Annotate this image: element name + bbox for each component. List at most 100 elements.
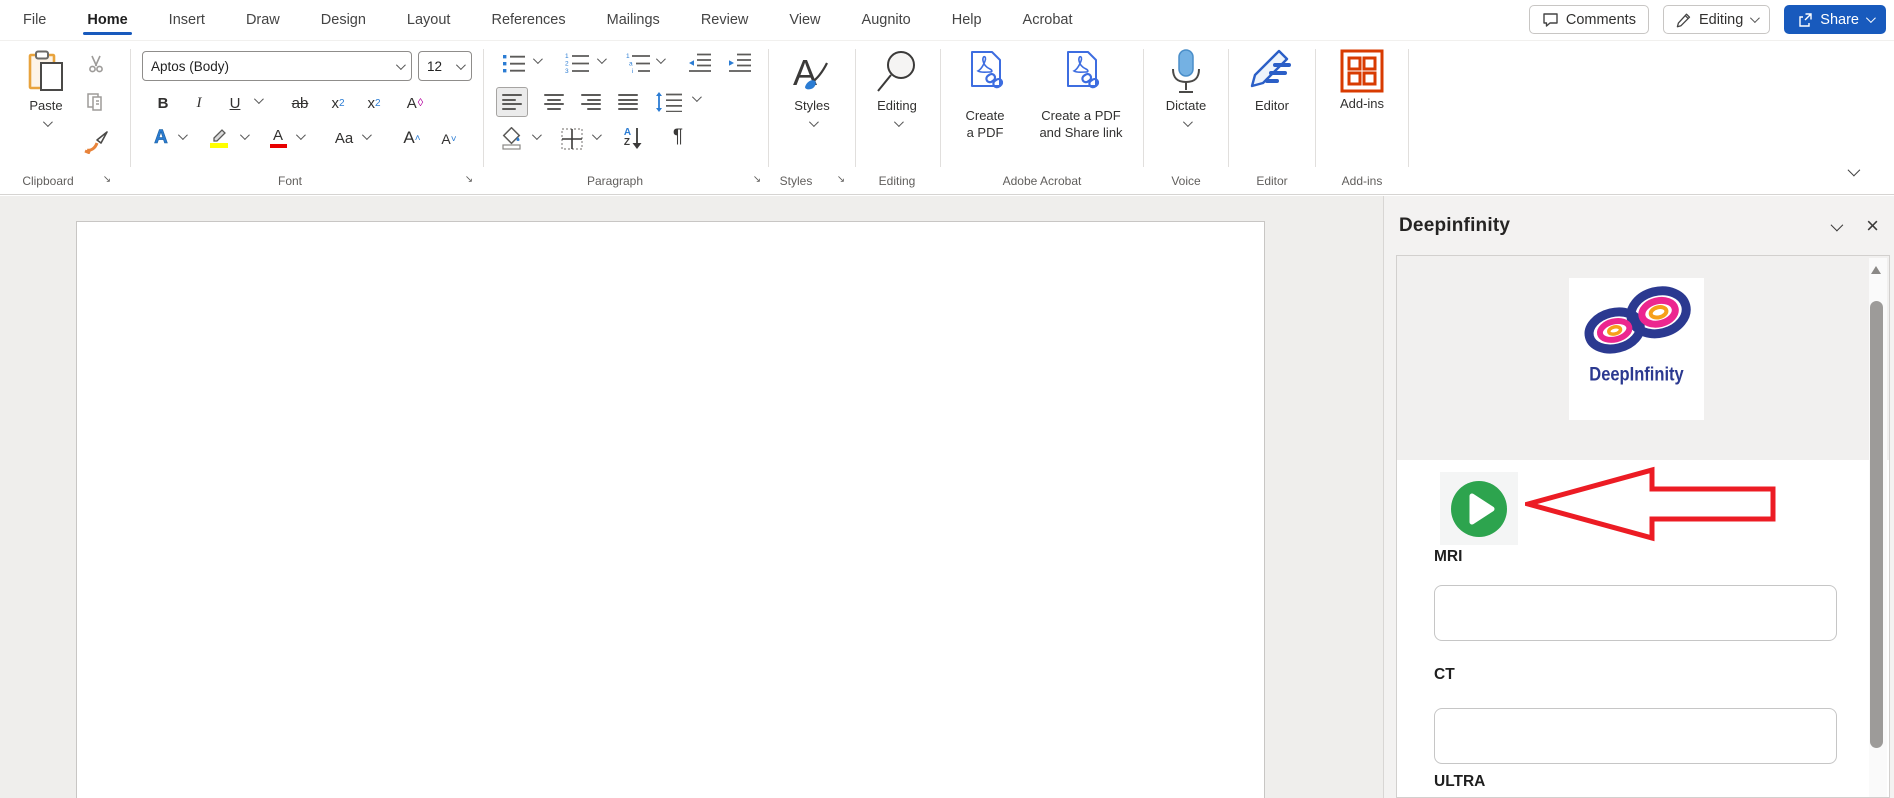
editing-mode-button[interactable]: Editing bbox=[1663, 5, 1770, 34]
menu-tab-draw[interactable]: Draw bbox=[244, 3, 282, 37]
editing-mode-label: Editing bbox=[1699, 12, 1743, 28]
numbering-chevron[interactable] bbox=[597, 57, 604, 64]
collapse-ribbon-button[interactable] bbox=[1848, 163, 1857, 181]
comments-button[interactable]: Comments bbox=[1529, 5, 1649, 34]
menu-tab-insert[interactable]: Insert bbox=[167, 3, 207, 37]
addin-body: MRI CT ULTRA bbox=[1397, 460, 1889, 797]
editing-group-button[interactable]: Editing bbox=[861, 49, 933, 127]
underline-button[interactable]: U bbox=[224, 91, 246, 115]
addins-button[interactable]: Add-ins bbox=[1326, 49, 1398, 112]
menu-tab-mailings[interactable]: Mailings bbox=[605, 3, 662, 37]
mri-input[interactable] bbox=[1434, 585, 1837, 641]
italic-button[interactable]: I bbox=[188, 91, 210, 115]
decrease-indent-button[interactable] bbox=[686, 51, 714, 75]
change-case-button[interactable]: Aa bbox=[330, 125, 358, 151]
highlight-button[interactable] bbox=[206, 125, 232, 151]
ct-input[interactable] bbox=[1434, 708, 1837, 764]
strikethrough-button[interactable]: ab bbox=[286, 91, 314, 115]
increase-indent-button[interactable] bbox=[726, 51, 754, 75]
create-pdf-label: Create a PDF bbox=[948, 107, 1022, 141]
bullets-chevron[interactable] bbox=[533, 57, 540, 64]
editor-button[interactable]: Editor bbox=[1236, 49, 1308, 114]
menu-tab-file[interactable]: File bbox=[21, 3, 48, 37]
font-dialog-launcher[interactable]: ↘ bbox=[462, 172, 476, 186]
menu-tab-review[interactable]: Review bbox=[699, 3, 751, 37]
sort-button[interactable]: A Z bbox=[618, 123, 648, 153]
create-pdf-share-button[interactable] bbox=[1026, 49, 1136, 95]
align-right-button[interactable] bbox=[575, 87, 607, 117]
align-right-icon bbox=[581, 94, 601, 110]
superscript-button[interactable]: x2 bbox=[362, 91, 386, 115]
paste-button[interactable]: Paste bbox=[10, 49, 82, 127]
clear-formatting-button[interactable]: A◊ bbox=[402, 91, 428, 115]
italic-glyph: I bbox=[197, 95, 202, 112]
scroll-up-arrow-icon[interactable] bbox=[1871, 266, 1881, 274]
align-center-button[interactable] bbox=[538, 87, 570, 117]
strikethrough-glyph: ab bbox=[292, 95, 309, 112]
clipboard-dialog-launcher[interactable]: ↘ bbox=[100, 172, 114, 186]
menu-tab-view[interactable]: View bbox=[787, 3, 822, 37]
multilevel-chevron[interactable] bbox=[656, 57, 663, 64]
task-pane-options-chevron[interactable] bbox=[1831, 218, 1844, 231]
align-center-icon bbox=[544, 94, 564, 110]
paragraph-group-label: Paragraph bbox=[565, 169, 665, 193]
borders-button[interactable] bbox=[558, 125, 586, 153]
menu-tab-acrobat[interactable]: Acrobat bbox=[1021, 3, 1075, 37]
align-left-button[interactable] bbox=[496, 87, 528, 117]
shading-button[interactable] bbox=[498, 125, 526, 153]
font-color-button[interactable]: A bbox=[266, 125, 290, 151]
font-group-label: Font bbox=[240, 169, 340, 193]
grow-font-button[interactable]: A˄ bbox=[398, 125, 426, 151]
line-spacing-chevron[interactable] bbox=[692, 95, 699, 102]
highlighter-icon bbox=[210, 128, 228, 142]
font-name-value: Aptos (Body) bbox=[151, 59, 229, 74]
change-case-chevron[interactable] bbox=[362, 133, 369, 140]
line-spacing-button[interactable] bbox=[652, 87, 686, 117]
paragraph-dialog-launcher[interactable]: ↘ bbox=[750, 172, 764, 186]
numbering-button[interactable]: 1 2 3 bbox=[562, 51, 592, 75]
close-icon[interactable]: × bbox=[1866, 216, 1879, 236]
create-pdf-button[interactable] bbox=[948, 49, 1022, 95]
task-pane-scrollbar[interactable] bbox=[1869, 258, 1887, 797]
run-button[interactable] bbox=[1440, 472, 1518, 545]
highlight-chevron[interactable] bbox=[240, 133, 247, 140]
borders-chevron[interactable] bbox=[592, 133, 599, 140]
bold-button[interactable]: B bbox=[152, 91, 174, 115]
menu-tab-home[interactable]: Home bbox=[85, 3, 129, 37]
format-painter-button[interactable] bbox=[82, 129, 110, 155]
chevron-down-icon bbox=[893, 117, 903, 127]
svg-text:3: 3 bbox=[565, 68, 569, 74]
create-pdf-line1: Create bbox=[948, 107, 1022, 124]
shrink-font-button[interactable]: A˅ bbox=[436, 127, 462, 151]
copy-button[interactable] bbox=[84, 91, 108, 113]
comment-icon bbox=[1542, 12, 1559, 28]
menu-tab-references[interactable]: References bbox=[489, 3, 567, 37]
menu-tab-design[interactable]: Design bbox=[319, 3, 368, 37]
task-pane-title: Deepinfinity bbox=[1399, 215, 1510, 237]
font-size-combo[interactable]: 12 bbox=[418, 51, 472, 81]
font-color-chevron[interactable] bbox=[296, 133, 303, 140]
subscript-button[interactable]: x2 bbox=[326, 91, 350, 115]
cut-button[interactable] bbox=[84, 53, 108, 75]
styles-dialog-launcher[interactable]: ↘ bbox=[834, 172, 848, 186]
shading-chevron[interactable] bbox=[532, 133, 539, 140]
svg-text:1: 1 bbox=[626, 53, 630, 60]
share-icon bbox=[1797, 12, 1813, 28]
document-page[interactable] bbox=[76, 221, 1265, 798]
bullets-button[interactable] bbox=[500, 51, 528, 75]
justify-button[interactable] bbox=[612, 87, 644, 117]
logo-wordmark: DeepInfinity bbox=[1569, 365, 1704, 387]
text-effects-button[interactable]: A bbox=[148, 125, 174, 151]
menu-tab-help[interactable]: Help bbox=[950, 3, 984, 37]
share-button[interactable]: Share bbox=[1784, 5, 1886, 34]
show-paragraph-marks-button[interactable]: ¶ bbox=[666, 123, 690, 151]
multilevel-list-button[interactable]: 1 a i bbox=[623, 51, 653, 75]
text-effects-chevron[interactable] bbox=[178, 133, 185, 140]
dictate-button[interactable]: Dictate bbox=[1150, 49, 1222, 127]
font-name-combo[interactable]: Aptos (Body) bbox=[142, 51, 412, 81]
menu-tab-layout[interactable]: Layout bbox=[405, 3, 453, 37]
styles-button[interactable]: A Styles bbox=[776, 49, 848, 127]
scrollbar-thumb[interactable] bbox=[1870, 301, 1883, 748]
underline-options-chevron[interactable] bbox=[254, 97, 261, 104]
menu-tab-augnito[interactable]: Augnito bbox=[860, 3, 913, 37]
